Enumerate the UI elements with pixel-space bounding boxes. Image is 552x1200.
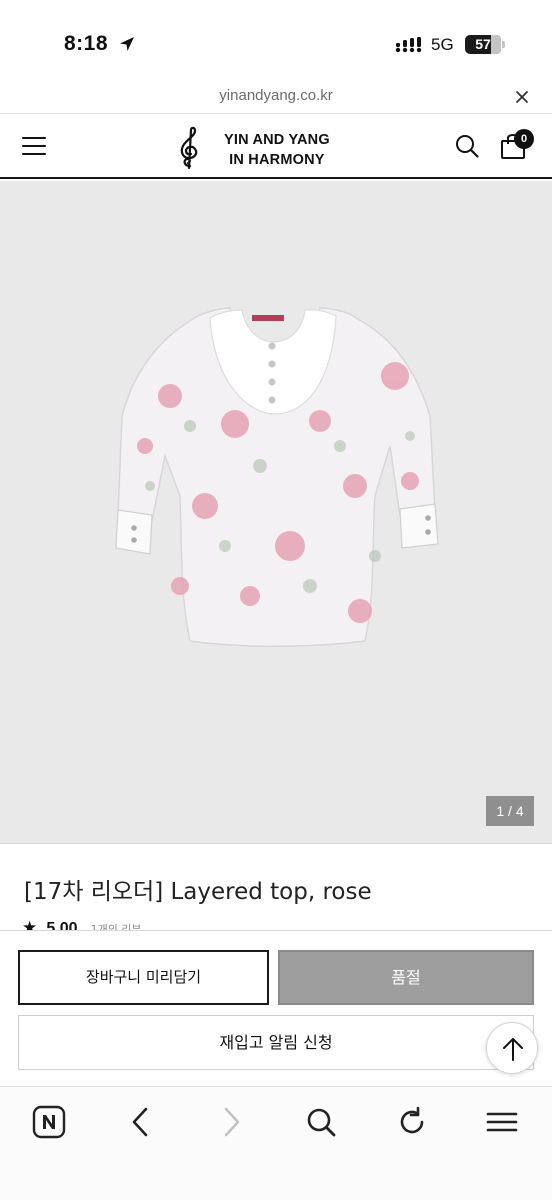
battery-tip <box>502 41 505 48</box>
naver-n-icon[interactable] <box>32 1105 66 1143</box>
status-bar: 8:18 5G 57 <box>0 0 552 82</box>
site-logo[interactable]: YIN AND YANG IN HARMONY <box>174 126 374 170</box>
status-time: 8:18 <box>64 32 109 55</box>
product-photo[interactable] <box>110 296 440 660</box>
logo-line2: IN HARMONY <box>229 152 325 168</box>
product-image-gallery[interactable]: 1 / 4 <box>0 181 552 844</box>
treble-clef-icon <box>174 126 204 174</box>
browser-toolbar <box>0 1086 552 1200</box>
hamburger-menu-icon[interactable] <box>22 136 46 160</box>
chevron-right-icon[interactable] <box>220 1105 244 1143</box>
cart-count-badge[interactable]: 0 <box>514 129 534 149</box>
search-icon[interactable] <box>455 134 479 162</box>
url-bar[interactable]: yinandyang.co.kr <box>0 82 552 112</box>
logo-line1: YIN AND YANG <box>224 132 330 148</box>
location-arrow-icon <box>118 35 136 57</box>
reload-icon[interactable] <box>396 1105 428 1143</box>
url-text[interactable]: yinandyang.co.kr <box>0 87 552 104</box>
product-title: [17차 리오더] Layered top, rose <box>24 879 372 905</box>
network-type: 5G <box>431 35 454 54</box>
battery-level: 57 <box>475 36 491 52</box>
signal-icon <box>395 37 425 57</box>
hamburger-menu-icon[interactable] <box>486 1105 518 1143</box>
site-header: YIN AND YANG IN HARMONY 0 <box>0 113 552 179</box>
logo-text: YIN AND YANG IN HARMONY <box>224 130 330 170</box>
search-icon[interactable] <box>305 1105 337 1143</box>
pre-add-to-cart-button[interactable]: 장바구니 미리담기 <box>18 950 269 1005</box>
action-panel: 장바구니 미리담기 품절 재입고 알림 신청 <box>0 930 552 1086</box>
battery-icon: 57 <box>465 35 501 54</box>
arrow-up-icon <box>503 1038 523 1061</box>
sold-out-button[interactable]: 품절 <box>278 950 534 1005</box>
image-counter: 1 / 4 <box>486 796 534 826</box>
scroll-to-top-button[interactable] <box>486 1022 538 1074</box>
chevron-left-icon[interactable] <box>128 1105 152 1143</box>
close-icon[interactable] <box>515 89 529 108</box>
restock-alert-button[interactable]: 재입고 알림 신청 <box>18 1015 534 1070</box>
